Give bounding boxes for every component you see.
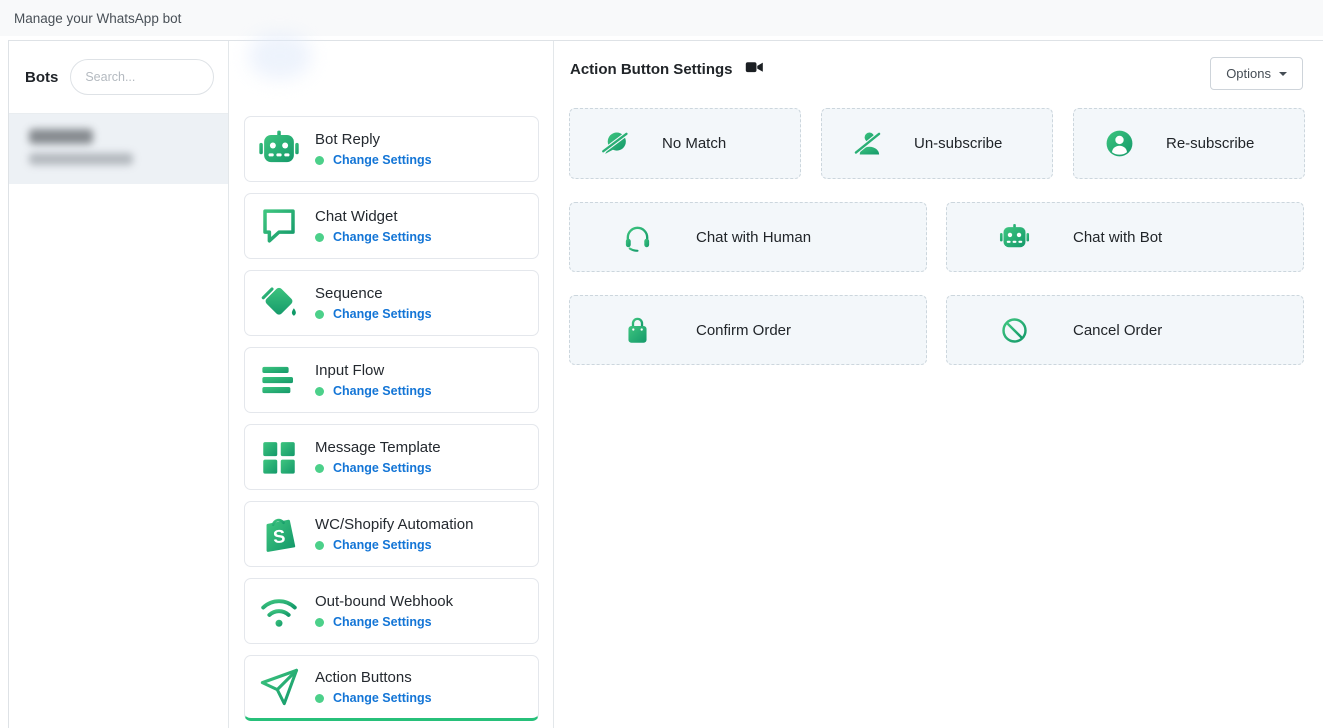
change-settings-link[interactable]: Change Settings bbox=[333, 615, 432, 629]
resubscribe-icon bbox=[1102, 127, 1136, 161]
action-button-label: Confirm Order bbox=[696, 322, 791, 339]
change-settings-link[interactable]: Change Settings bbox=[333, 230, 432, 244]
feature-card-action-buttons[interactable]: Action Buttons Change Settings bbox=[244, 655, 539, 721]
search-input[interactable] bbox=[70, 59, 214, 95]
chat-with-human-icon bbox=[620, 220, 654, 254]
bot-reply-icon bbox=[256, 126, 302, 172]
input-flow-icon bbox=[256, 357, 302, 403]
status-dot bbox=[315, 541, 324, 550]
chat-widget-icon bbox=[256, 203, 302, 249]
action-button-cancel-order[interactable]: Cancel Order bbox=[946, 295, 1304, 365]
webhook-icon bbox=[256, 588, 302, 634]
bot-list-item-selected[interactable] bbox=[9, 113, 228, 184]
action-button-label: Chat with Bot bbox=[1073, 229, 1162, 246]
bots-header: Bots bbox=[9, 41, 228, 113]
action-button-label: Chat with Human bbox=[696, 229, 811, 246]
action-button-confirm-order[interactable]: Confirm Order bbox=[569, 295, 927, 365]
features-column: Bot Reply Change Settings Chat Widget Ch… bbox=[229, 41, 554, 728]
change-settings-link[interactable]: Change Settings bbox=[333, 691, 432, 705]
action-button-no-match[interactable]: No Match bbox=[569, 108, 801, 179]
action-button-label: No Match bbox=[662, 135, 726, 152]
message-template-icon bbox=[256, 434, 302, 480]
no-match-icon bbox=[598, 127, 632, 161]
topbar: Manage your WhatsApp bot bbox=[0, 0, 1323, 36]
options-button[interactable]: Options bbox=[1210, 57, 1303, 90]
feature-card-sequence[interactable]: Sequence Change Settings bbox=[244, 270, 539, 336]
action-button-chat-with-human[interactable]: Chat with Human bbox=[569, 202, 927, 272]
change-settings-link[interactable]: Change Settings bbox=[333, 384, 432, 398]
redacted-bot-number bbox=[29, 153, 133, 165]
svg-text:S: S bbox=[272, 525, 286, 547]
chevron-down-icon bbox=[1279, 72, 1287, 76]
action-buttons-row-3: Confirm Order Cancel Order bbox=[569, 295, 1304, 365]
status-dot bbox=[315, 310, 324, 319]
sequence-icon bbox=[256, 280, 302, 326]
action-button-settings-panel: Action Button Settings Options No Match … bbox=[554, 41, 1323, 728]
action-button-resubscribe[interactable]: Re-subscribe bbox=[1073, 108, 1305, 179]
settings-header: Action Button Settings bbox=[570, 59, 764, 80]
feature-card-chat-widget[interactable]: Chat Widget Change Settings bbox=[244, 193, 539, 259]
action-buttons-row-2: Chat with Human Chat with Bot bbox=[569, 202, 1304, 272]
confirm-order-icon bbox=[620, 313, 654, 347]
feature-title: Out-bound Webhook bbox=[315, 593, 453, 610]
options-label: Options bbox=[1226, 66, 1271, 81]
shopify-icon: S bbox=[256, 511, 302, 557]
status-dot bbox=[315, 156, 324, 165]
action-buttons-row-1: No Match Un-subscribe Re-subscribe bbox=[569, 108, 1305, 179]
feature-title: Sequence bbox=[315, 285, 432, 302]
change-settings-link[interactable]: Change Settings bbox=[333, 307, 432, 321]
action-button-label: Cancel Order bbox=[1073, 322, 1162, 339]
settings-title: Action Button Settings bbox=[570, 61, 732, 78]
cancel-order-icon bbox=[997, 313, 1031, 347]
main-container: Bots Bot Reply Change Settings bbox=[8, 40, 1323, 728]
status-dot bbox=[315, 233, 324, 242]
feature-card-bot-reply[interactable]: Bot Reply Change Settings bbox=[244, 116, 539, 182]
video-camera-icon[interactable] bbox=[745, 59, 764, 80]
feature-card-message-template[interactable]: Message Template Change Settings bbox=[244, 424, 539, 490]
page-title: Manage your WhatsApp bot bbox=[14, 11, 181, 26]
feature-card-input-flow[interactable]: Input Flow Change Settings bbox=[244, 347, 539, 413]
change-settings-link[interactable]: Change Settings bbox=[333, 461, 432, 475]
status-dot bbox=[315, 464, 324, 473]
features-list: Bot Reply Change Settings Chat Widget Ch… bbox=[229, 41, 553, 721]
change-settings-link[interactable]: Change Settings bbox=[333, 153, 432, 167]
feature-title: Action Buttons bbox=[315, 669, 432, 686]
status-dot bbox=[315, 694, 324, 703]
action-button-unsubscribe[interactable]: Un-subscribe bbox=[821, 108, 1053, 179]
feature-card-outbound-webhook[interactable]: Out-bound Webhook Change Settings bbox=[244, 578, 539, 644]
action-button-chat-with-bot[interactable]: Chat with Bot bbox=[946, 202, 1304, 272]
bots-title: Bots bbox=[25, 69, 58, 86]
change-settings-link[interactable]: Change Settings bbox=[333, 538, 432, 552]
action-button-label: Re-subscribe bbox=[1166, 135, 1254, 152]
action-button-label: Un-subscribe bbox=[914, 135, 1002, 152]
status-dot bbox=[315, 387, 324, 396]
redacted-bot-name bbox=[29, 129, 93, 144]
chat-with-bot-icon bbox=[997, 220, 1031, 254]
feature-card-wc-shopify[interactable]: S WC/Shopify Automation Change Settings bbox=[244, 501, 539, 567]
bots-sidebar: Bots bbox=[9, 41, 229, 728]
feature-title: Input Flow bbox=[315, 362, 432, 379]
status-dot bbox=[315, 618, 324, 627]
action-buttons-icon bbox=[256, 664, 302, 710]
feature-title: Message Template bbox=[315, 439, 441, 456]
feature-title: WC/Shopify Automation bbox=[315, 516, 473, 533]
feature-title: Chat Widget bbox=[315, 208, 432, 225]
unsubscribe-icon bbox=[850, 127, 884, 161]
feature-title: Bot Reply bbox=[315, 131, 432, 148]
